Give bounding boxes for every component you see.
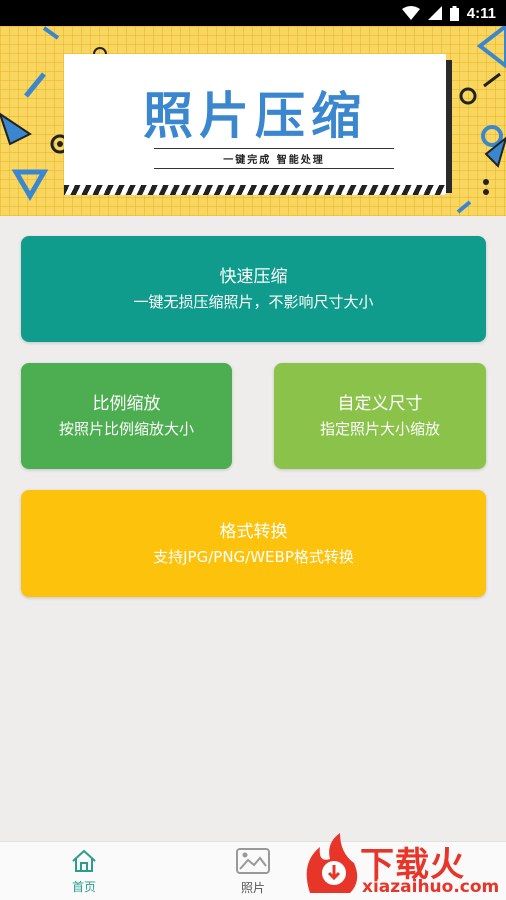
wifi-icon xyxy=(401,6,420,20)
header-banner: 照片压缩 一键完成 智能处理 xyxy=(0,26,506,216)
custom-size-button[interactable]: 自定义尺寸 指定照片大小缩放 xyxy=(274,363,486,469)
tab-photos[interactable]: 照片 xyxy=(203,842,303,900)
banner-stripes xyxy=(64,185,446,195)
quick-compress-desc: 一键无损压缩照片，不影响尺寸大小 xyxy=(133,293,374,311)
status-time: 4:11 xyxy=(466,4,496,22)
battery-icon xyxy=(449,5,459,21)
format-convert-title: 格式转换 xyxy=(219,521,288,542)
banner-card: 照片压缩 一键完成 智能处理 xyxy=(64,54,446,195)
format-convert-desc: 支持JPG/PNG/WEBP格式转换 xyxy=(153,547,354,566)
format-convert-button[interactable]: 格式转换 支持JPG/PNG/WEBP格式转换 xyxy=(21,490,486,597)
quick-compress-title: 快速压缩 xyxy=(219,267,288,287)
banner-subtitle: 一键完成 智能处理 xyxy=(154,148,394,169)
tab-home-label: 首页 xyxy=(71,879,96,894)
tab-photos-label: 照片 xyxy=(240,880,265,895)
ratio-scale-title: 比例缩放 xyxy=(92,394,161,414)
cell-signal-icon xyxy=(427,6,442,20)
photo-icon xyxy=(236,847,270,877)
watermark: 下载火 xiazaihuo.com xyxy=(300,833,506,900)
custom-size-title: 自定义尺寸 xyxy=(337,394,423,414)
banner-title: 照片压缩 xyxy=(143,87,367,145)
home-icon xyxy=(71,849,97,876)
ratio-scale-desc: 按照片比例缩放大小 xyxy=(58,420,194,438)
tab-home[interactable]: 首页 xyxy=(34,842,134,900)
watermark-url: xiazaihuo.com xyxy=(362,877,500,897)
status-bar: 4:11 xyxy=(0,0,506,26)
quick-compress-button[interactable]: 快速压缩 一键无损压缩照片，不影响尺寸大小 xyxy=(21,236,486,342)
ratio-scale-button[interactable]: 比例缩放 按照片比例缩放大小 xyxy=(21,363,232,469)
flame-logo-icon xyxy=(306,833,358,893)
custom-size-desc: 指定照片大小缩放 xyxy=(319,420,440,438)
